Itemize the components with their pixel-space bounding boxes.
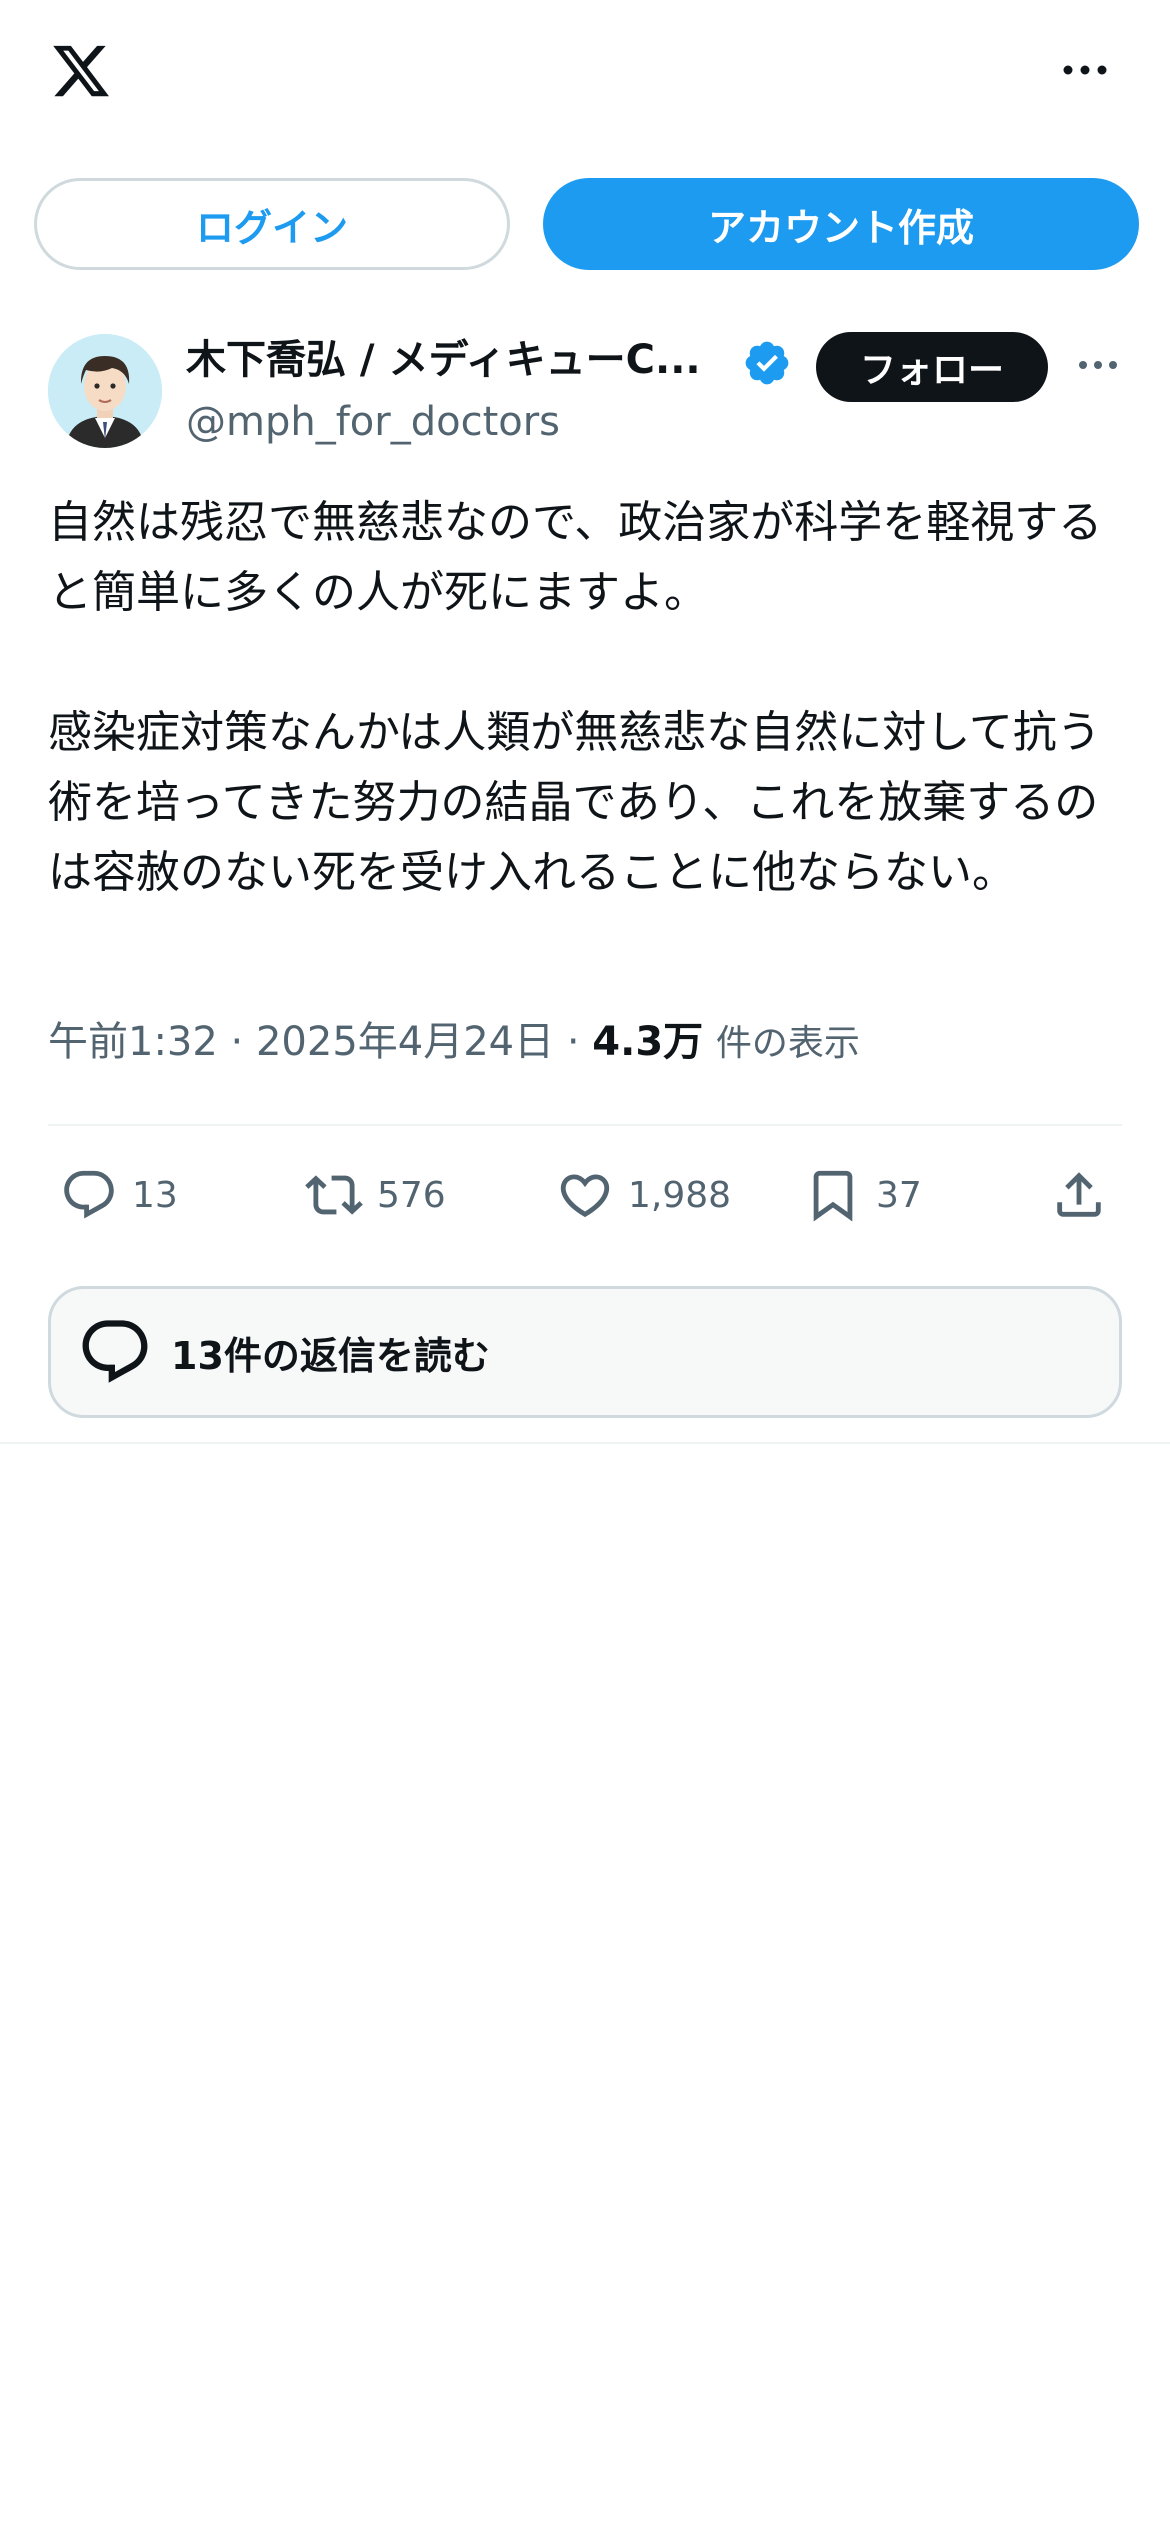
meta-separator: · [566, 1019, 580, 1065]
post-time[interactable]: 午前1:32 [48, 1019, 218, 1065]
reply-icon [64, 1170, 114, 1219]
reply-button[interactable]: 13 [60, 1160, 178, 1230]
avatar[interactable] [48, 334, 162, 448]
verified-badge-icon [745, 341, 789, 385]
post-date[interactable]: 2025年4月24日 [256, 1019, 554, 1065]
divider [0, 1442, 1170, 1444]
share-icon [1057, 1172, 1101, 1217]
read-replies-button[interactable]: 13件の返信を読む [48, 1286, 1122, 1418]
author-display-name[interactable]: 木下喬弘 / メディキューC... [186, 330, 726, 390]
post-meta: 午前1:32 · 2025年4月24日 · 4.3万 件の表示 [48, 1012, 1128, 1072]
replies-bubble-icon [82, 1320, 148, 1383]
auth-buttons: ログイン アカウント作成 [0, 178, 1170, 272]
like-count: 1,988 [628, 1174, 732, 1216]
repost-button[interactable]: 576 [305, 1160, 446, 1230]
bookmark-icon [813, 1170, 853, 1222]
post-more-icon[interactable] [1076, 350, 1120, 380]
follow-button[interactable]: フォロー [816, 332, 1048, 402]
top-bar [0, 0, 1170, 150]
divider [48, 1124, 1122, 1126]
author-handle[interactable]: @mph_for_doctors [186, 392, 560, 452]
login-button[interactable]: ログイン [34, 178, 510, 270]
create-account-button[interactable]: アカウント作成 [543, 178, 1139, 270]
views-count: 4.3万 [592, 1019, 704, 1065]
action-bar: 13 576 1,988 37 [0, 1160, 1170, 1230]
share-button[interactable] [1050, 1160, 1108, 1230]
more-horizontal-icon[interactable] [1060, 55, 1110, 85]
views-label: 件の表示 [715, 1023, 860, 1064]
post-text: 自然は残忍で無慈悲なので、政治家が科学を軽視すると簡単に多くの人が死にますよ。 … [48, 497, 1103, 898]
read-replies-label: 13件の返信を読む [171, 1333, 490, 1378]
x-logo-icon[interactable] [48, 40, 114, 102]
bookmark-count: 37 [876, 1174, 922, 1216]
bookmark-button[interactable]: 37 [804, 1160, 922, 1230]
heart-icon [560, 1174, 610, 1218]
post-author: 木下喬弘 / メディキューC... @mph_for_doctors フォロー [0, 330, 1170, 460]
repost-icon [305, 1175, 363, 1215]
like-button[interactable]: 1,988 [556, 1160, 731, 1230]
repost-count: 576 [377, 1174, 446, 1216]
reply-count: 13 [132, 1174, 178, 1216]
meta-separator: · [230, 1019, 244, 1065]
